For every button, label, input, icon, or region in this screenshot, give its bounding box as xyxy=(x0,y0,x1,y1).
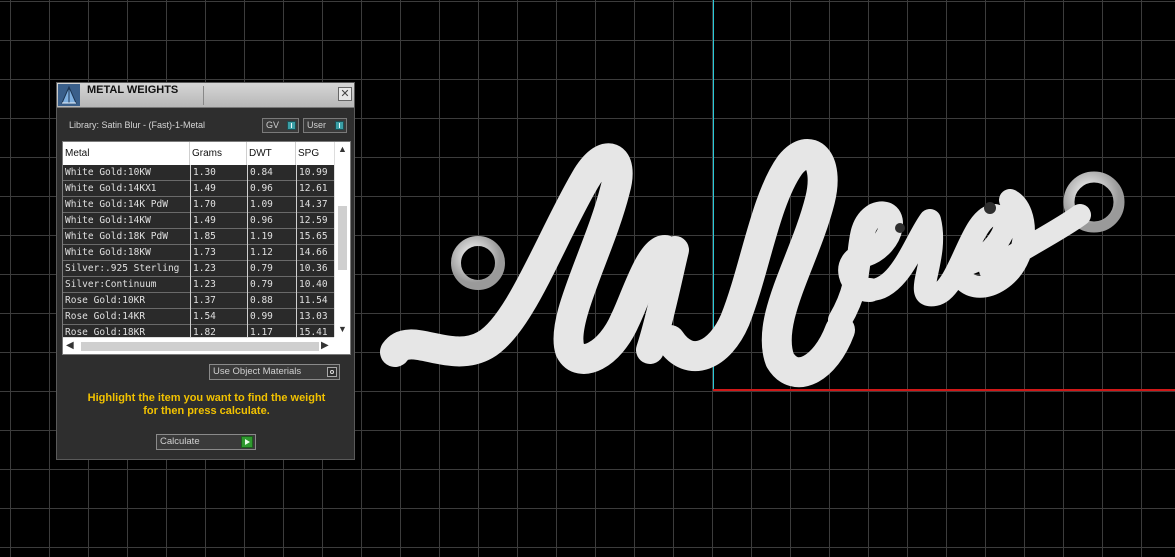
table-row[interactable]: White Gold:14KW 1.49 0.96 12.59 xyxy=(63,213,334,229)
use-object-materials-toggle[interactable]: Use Object Materials xyxy=(209,364,340,380)
cell-metal: White Gold:14KX1 xyxy=(65,183,157,194)
cell-dwt: 0.96 xyxy=(247,213,296,229)
user-button[interactable]: User xyxy=(303,118,347,133)
cell-grams: 1.85 xyxy=(190,229,247,245)
cell-spg: 14.66 xyxy=(296,245,334,261)
cell-spg: 10.99 xyxy=(296,165,334,181)
cell-metal: Rose Gold:10KR xyxy=(65,295,146,306)
cell-grams: 1.23 xyxy=(190,261,247,277)
table-row[interactable]: White Gold:18KW 1.73 1.12 14.66 xyxy=(63,245,334,261)
cell-grams: 1.54 xyxy=(190,309,247,325)
cell-metal: Silver:Continuum xyxy=(65,279,157,290)
table-row[interactable]: White Gold:18K PdW 1.85 1.19 15.65 xyxy=(63,229,334,245)
panel-title: METAL WEIGHTS xyxy=(87,84,179,96)
vertical-scroll-thumb[interactable] xyxy=(338,206,347,270)
cell-metal: Rose Gold:14KR xyxy=(65,311,146,322)
gv-button-label: GV xyxy=(266,120,280,130)
cell-grams: 1.37 xyxy=(190,293,247,309)
cell-metal: White Gold:18KW xyxy=(65,247,151,258)
horizontal-scroll-thumb[interactable] xyxy=(81,342,319,351)
cell-dwt: 0.79 xyxy=(247,261,296,277)
gv-button[interactable]: GV xyxy=(262,118,299,133)
cell-grams: 1.49 xyxy=(190,181,247,197)
table-row[interactable]: Rose Gold:14KR 1.54 0.99 13.03 xyxy=(63,309,334,325)
cell-metal: White Gold:10KW xyxy=(65,167,151,178)
cell-dwt: 0.99 xyxy=(247,309,296,325)
scroll-left-icon[interactable]: ◀ xyxy=(66,340,74,351)
pendant-model[interactable] xyxy=(370,120,1150,410)
column-header-spg[interactable]: SPG xyxy=(296,142,334,165)
column-header-dwt[interactable]: DWT xyxy=(247,142,296,165)
metal-table: Metal Grams DWT SPG White Gold:10KW 1.30 0… xyxy=(62,141,351,355)
cell-grams: 1.49 xyxy=(190,213,247,229)
user-toggle-icon xyxy=(335,121,344,130)
table-row[interactable]: Silver:Continuum 1.23 0.79 10.40 xyxy=(63,277,334,293)
instructions-line-2: for then press calculate. xyxy=(143,405,270,417)
table-body: White Gold:10KW 1.30 0.84 10.99 White Gold:… xyxy=(63,165,334,341)
left-jump-ring xyxy=(451,236,505,290)
panel-titlebar[interactable]: METAL WEIGHTS ✕ xyxy=(57,83,354,108)
scroll-down-icon[interactable]: ▼ xyxy=(338,324,347,334)
cell-dwt: 0.88 xyxy=(247,293,296,309)
instructions-text: Highlight the item you want to find the … xyxy=(67,392,346,418)
cell-grams: 1.30 xyxy=(190,165,247,181)
metal-weights-app-icon xyxy=(58,84,80,106)
vertical-scrollbar[interactable]: ▲ ▼ xyxy=(334,142,350,337)
cell-grams: 1.70 xyxy=(190,197,247,213)
column-header-metal[interactable]: Metal xyxy=(63,142,190,165)
cell-dwt: 1.19 xyxy=(247,229,296,245)
use-object-materials-label: Use Object Materials xyxy=(213,366,302,377)
cell-spg: 12.59 xyxy=(296,213,334,229)
cell-spg: 10.36 xyxy=(296,261,334,277)
table-row[interactable]: Silver:.925 Sterling 1.23 0.79 10.36 xyxy=(63,261,334,277)
cell-spg: 14.37 xyxy=(296,197,334,213)
calculate-button-label: Calculate xyxy=(160,436,200,447)
scroll-up-icon[interactable]: ▲ xyxy=(338,144,347,154)
library-label: Library: Satin Blur - (Fast)-1-Metal xyxy=(69,120,206,130)
close-icon[interactable]: ✕ xyxy=(338,87,352,101)
cell-grams: 1.23 xyxy=(190,277,247,293)
cell-spg: 13.03 xyxy=(296,309,334,325)
scroll-right-icon[interactable]: ▶ xyxy=(321,340,329,351)
cell-metal: White Gold:14K PdW xyxy=(65,199,168,210)
cell-spg: 10.40 xyxy=(296,277,334,293)
cell-dwt: 0.79 xyxy=(247,277,296,293)
cell-spg: 15.65 xyxy=(296,229,334,245)
cell-grams: 1.73 xyxy=(190,245,247,261)
cell-metal: White Gold:18K PdW xyxy=(65,231,168,242)
radio-icon xyxy=(327,367,337,377)
cell-metal: White Gold:14KW xyxy=(65,215,151,226)
table-row[interactable]: Rose Gold:10KR 1.37 0.88 11.54 xyxy=(63,293,334,309)
calculate-button[interactable]: Calculate xyxy=(156,434,256,450)
cell-spg: 11.54 xyxy=(296,293,334,309)
cell-spg: 12.61 xyxy=(296,181,334,197)
cell-dwt: 0.84 xyxy=(247,165,296,181)
instructions-line-1: Highlight the item you want to find the … xyxy=(87,392,326,404)
cell-dwt: 1.09 xyxy=(247,197,296,213)
user-button-label: User xyxy=(307,120,327,130)
table-row[interactable]: White Gold:10KW 1.30 0.84 10.99 xyxy=(63,165,334,181)
gv-toggle-icon xyxy=(287,121,296,130)
cell-dwt: 1.12 xyxy=(247,245,296,261)
metal-weights-panel: METAL WEIGHTS ✕ Library: Satin Blur - (F… xyxy=(56,82,355,460)
cell-dwt: 0.96 xyxy=(247,181,296,197)
horizontal-scrollbar[interactable]: ◀ ▶ xyxy=(63,337,334,354)
table-row[interactable]: White Gold:14K PdW 1.70 1.09 14.37 xyxy=(63,197,334,213)
play-arrow-icon xyxy=(241,436,253,448)
table-row[interactable]: White Gold:14KX1 1.49 0.96 12.61 xyxy=(63,181,334,197)
cell-metal: Silver:.925 Sterling xyxy=(65,263,180,274)
title-divider xyxy=(203,86,204,105)
column-header-grams[interactable]: Grams xyxy=(190,142,247,165)
table-header: Metal Grams DWT SPG xyxy=(63,142,334,165)
